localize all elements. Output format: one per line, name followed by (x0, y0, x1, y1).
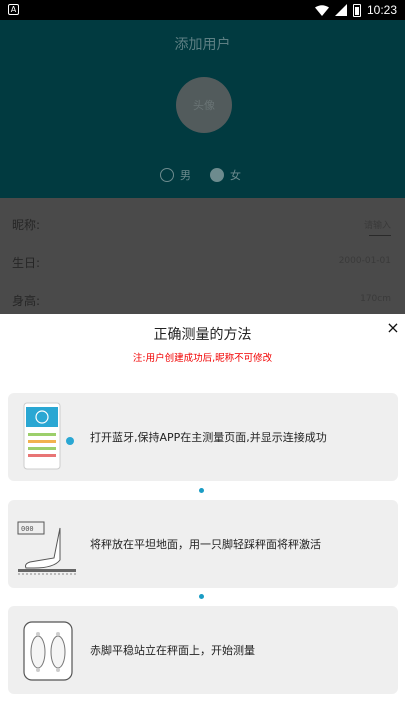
step-text: 打开蓝牙,保持APP在主测量页面,并显示连接成功 (90, 431, 327, 444)
form-row-height: 身高: 170cm (0, 280, 405, 318)
step-connector-dot (199, 488, 204, 493)
input-underline (369, 235, 391, 236)
signal-icon (334, 4, 347, 16)
notification-icon: A (8, 4, 19, 15)
step-card-2: 000 将秤放在平坦地面，用一只脚轻踩秤面将秤激活 (8, 500, 398, 588)
sheet-title: 正确测量的方法 (153, 327, 252, 343)
form-label: 身高: (12, 294, 41, 308)
measurement-guide-sheet: 正确测量的方法 × 注:用户创建成功后,昵称不可修改 打开蓝牙,保持APP在主测… (0, 314, 405, 720)
form-value: 170cm (360, 294, 391, 304)
step-text: 赤脚平稳站立在秤面上，开始测量 (90, 644, 255, 657)
gender-female-label: 女 (230, 169, 241, 182)
gender-option-female: 女 (210, 166, 241, 184)
step-card-3: 赤脚平稳站立在秤面上，开始测量 (8, 606, 398, 694)
wifi-icon (314, 4, 329, 16)
gender-option-male: 男 (160, 166, 191, 184)
form-value: 请输入 (363, 221, 391, 231)
radio-icon (210, 168, 224, 182)
battery-icon (352, 3, 361, 17)
avatar: 头像 (176, 77, 232, 133)
form-value: 2000-01-01 (338, 256, 391, 266)
background-page-title: 添加用户 (174, 37, 231, 53)
svg-text:000: 000 (21, 525, 34, 533)
radio-icon (160, 168, 174, 182)
feet-on-scale-icon (23, 621, 73, 681)
form-row-nickname: 昵称: 请输入 (0, 204, 405, 242)
step-card-1: 打开蓝牙,保持APP在主测量页面,并显示连接成功 (8, 393, 398, 481)
status-time: 10:23 (366, 3, 397, 17)
close-icon[interactable]: × (384, 319, 402, 337)
gender-male-label: 男 (180, 169, 191, 182)
status-bar: A 10:23 (0, 0, 405, 20)
sheet-note: 注:用户创建成功后,昵称不可修改 (132, 353, 273, 364)
foot-on-scale-icon: 000 (17, 521, 76, 575)
form-row-birthday: 生日: 2000-01-01 (0, 242, 405, 280)
form-label: 生日: (12, 256, 41, 270)
form-label: 昵称: (12, 218, 41, 232)
step-connector-dot (199, 594, 204, 599)
step-text: 将秤放在平坦地面，用一只脚轻踩秤面将秤激活 (90, 538, 321, 551)
background-form: 昵称: 请输入 生日: 2000-01-01 身高: 170cm (0, 198, 405, 314)
phone-app-icon (23, 402, 74, 470)
